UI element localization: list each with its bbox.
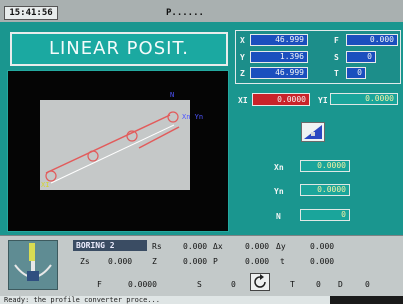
f-value: 0.0000: [128, 280, 157, 289]
linear-position-diagram: N Xn Yn XI: [41, 91, 203, 189]
xn-field-label: Xn: [274, 163, 284, 172]
d-value: 0: [365, 280, 370, 289]
y-axis-label: Y: [240, 53, 245, 62]
x-axis-label: X: [240, 36, 245, 45]
dx-value: 0.000: [245, 242, 270, 251]
t-value: 0.000: [310, 257, 335, 266]
s-label: S: [197, 280, 202, 289]
tool-t-label: T: [290, 280, 295, 289]
xi-input[interactable]: 0.0000: [252, 93, 310, 106]
center-line: [50, 124, 175, 184]
z-value: 0.000: [183, 257, 208, 266]
s-value: 0: [231, 280, 236, 289]
zs-label: Zs: [80, 257, 90, 266]
feed-label: F: [334, 36, 339, 45]
tool-t-value: 0: [316, 280, 321, 289]
dy-label: Δy: [276, 242, 286, 251]
boring-tool-image: [8, 240, 58, 290]
status-message: Ready: the profile converter proce...: [4, 296, 160, 304]
status-indicator: [330, 296, 403, 304]
program-name: P......: [166, 8, 204, 18]
feed-value: 0.000: [346, 34, 398, 46]
cycle-name: BORING 2: [73, 240, 147, 251]
refresh-icon: [254, 274, 266, 288]
tool-label: T: [334, 69, 339, 78]
cycle-type-icon[interactable]: [301, 122, 325, 142]
speed-label: S: [334, 53, 339, 62]
incline-icon: [304, 125, 322, 139]
n-field-label: N: [276, 212, 281, 221]
n-label: N: [170, 91, 174, 99]
dx-label: Δx: [213, 242, 223, 251]
p-label: P: [213, 257, 218, 266]
yn-field-label: Yn: [274, 187, 284, 196]
z-position: 46.999: [250, 67, 308, 79]
yn-input[interactable]: 0.0000: [300, 184, 350, 196]
z-axis-label: Z: [240, 69, 245, 78]
xi-field-label: XI: [238, 96, 248, 105]
pitch-arrow: [138, 126, 180, 149]
clock-display: 15:41:56: [4, 6, 58, 20]
yi-field-label: YI: [318, 96, 328, 105]
y-position: 1.396: [250, 51, 308, 63]
t-label: t: [280, 257, 285, 266]
z-label: Z: [152, 257, 157, 266]
f-label: F: [97, 280, 102, 289]
xn-input[interactable]: 0.0000: [300, 160, 350, 172]
d-label: D: [338, 280, 343, 289]
tool-value: 0: [346, 67, 366, 79]
start-point: [45, 170, 57, 182]
boring-tool-icon: [14, 243, 52, 281]
p-value: 0.000: [245, 257, 270, 266]
speed-value: 0: [346, 51, 376, 63]
xnyn-label: Xn Yn: [182, 113, 203, 121]
yi-input[interactable]: 0.0000: [330, 93, 398, 105]
xi-label: XI: [41, 181, 49, 189]
n-input[interactable]: 0: [300, 209, 350, 221]
zs-value: 0.000: [108, 257, 133, 266]
page-title: LINEAR POSIT.: [10, 32, 228, 66]
path-line: [45, 114, 171, 174]
x-position: 46.999: [250, 34, 308, 46]
end-point: [167, 111, 179, 123]
rs-label: Rs: [152, 242, 162, 251]
refresh-button[interactable]: [250, 273, 270, 291]
dy-value: 0.000: [310, 242, 335, 251]
rs-value: 0.000: [183, 242, 208, 251]
hole-point: [87, 150, 99, 162]
